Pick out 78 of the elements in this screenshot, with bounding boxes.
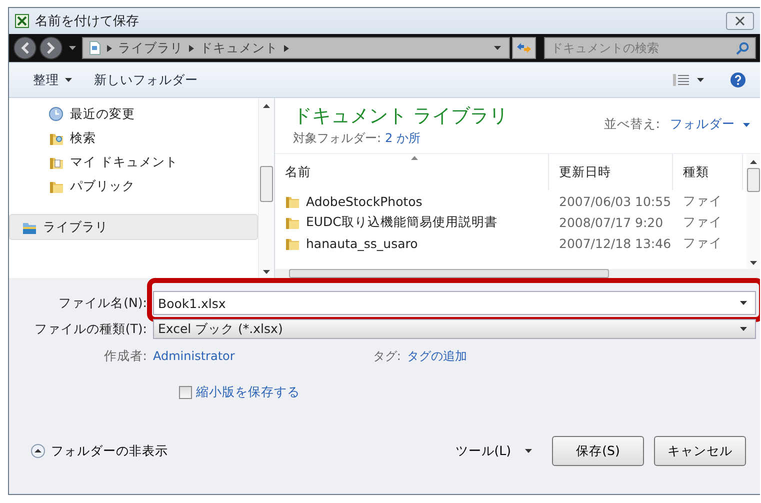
scroll-up-icon xyxy=(263,104,270,108)
caret-icon xyxy=(740,327,747,331)
column-header[interactable]: 更新日時 xyxy=(549,154,673,190)
sort-dropdown[interactable]: フォルダー xyxy=(670,116,750,133)
tags-link[interactable]: タグの追加 xyxy=(406,348,467,364)
sort-label: 並べ替え: xyxy=(604,116,660,133)
field-label: タグ: xyxy=(372,348,401,364)
nav-item[interactable]: 検索 xyxy=(9,126,258,150)
recent-icon xyxy=(49,106,64,122)
help-icon[interactable] xyxy=(730,72,746,88)
caret-icon xyxy=(525,449,532,453)
scroll-thumb[interactable] xyxy=(289,269,609,278)
nav-item[interactable]: マイ ドキュメント xyxy=(9,150,258,174)
folder-icon xyxy=(285,194,300,209)
nav-item[interactable]: パブリック xyxy=(9,174,258,198)
caret-icon[interactable] xyxy=(69,46,76,50)
table-cell-text: 2008/07/17 9:20 xyxy=(558,215,664,230)
breadcrumb[interactable]: ドキュメント xyxy=(200,40,278,56)
chevron-icon[interactable] xyxy=(284,44,289,52)
author-link[interactable]: Administrator xyxy=(153,349,235,363)
scroll-thumb[interactable] xyxy=(260,166,273,202)
view-icon[interactable] xyxy=(673,74,689,86)
search-icon xyxy=(736,42,749,54)
caret-icon[interactable] xyxy=(697,78,704,82)
organize-button[interactable]: 整理 xyxy=(29,70,76,90)
file-type-dropdown[interactable]: Excel ブック (*.xlsx) xyxy=(153,319,756,339)
hide-folders-button[interactable]: フォルダーの非表示 xyxy=(31,442,168,460)
table-cell-text: 2007/06/03 10:55 xyxy=(558,194,672,209)
field-label: ファイルの種類(T): xyxy=(33,320,147,338)
folder-icon xyxy=(285,236,300,251)
chevron-icon xyxy=(107,44,112,52)
scrollbar[interactable] xyxy=(275,269,760,278)
caret-icon xyxy=(740,301,747,305)
window-title: 名前を付けて保存 xyxy=(35,13,139,30)
file-name-cell[interactable]: EUDC取り込機能簡易使用説明書 xyxy=(275,214,549,231)
file-name-cell[interactable]: hanauta_ss_usaro xyxy=(275,236,549,251)
scroll-down-icon xyxy=(263,270,270,274)
table-cell-text: ファイ xyxy=(682,193,723,210)
column-header[interactable]: 名前 xyxy=(275,154,549,190)
refresh-icon[interactable] xyxy=(512,37,536,59)
nav-item[interactable]: ライブラリ xyxy=(9,214,258,240)
folder-icon xyxy=(285,215,300,230)
column-header[interactable]: 種類 xyxy=(673,154,743,190)
target-label: 対象フォルダー: xyxy=(293,130,382,147)
back-icon[interactable] xyxy=(13,36,37,60)
library-title: ドキュメント ライブラリ xyxy=(293,104,510,128)
caret-icon xyxy=(743,122,750,126)
file-name-cell[interactable]: AdobeStockPhotos xyxy=(275,194,549,209)
save-button[interactable]: 保存(S) xyxy=(552,436,644,466)
scrollbar[interactable] xyxy=(746,154,760,269)
checkbox[interactable] xyxy=(179,386,192,398)
file-name-field[interactable]: Book1.xlsx xyxy=(153,291,756,315)
scroll-down-icon xyxy=(750,261,756,265)
scrollbar[interactable] xyxy=(258,98,274,278)
address-field[interactable]: ライブラリ ドキュメント xyxy=(82,37,510,59)
cancel-button[interactable]: キャンセル xyxy=(654,436,746,466)
breadcrumb[interactable]: ライブラリ xyxy=(118,40,183,56)
scroll-up-icon xyxy=(750,160,756,164)
field-label: ファイル名(N): xyxy=(58,294,147,312)
table-cell-text: ファイ xyxy=(682,214,723,231)
caret-icon xyxy=(65,78,72,82)
forward-icon[interactable] xyxy=(39,36,63,60)
caret-icon[interactable] xyxy=(494,46,501,50)
table-cell-text: ファイ xyxy=(682,235,723,252)
table-cell-text: 2007/12/18 13:46 xyxy=(558,236,672,251)
field-label: 作成者: xyxy=(102,348,147,364)
close-icon[interactable] xyxy=(726,12,754,30)
spreadsheet-icon xyxy=(15,14,29,28)
checkbox-label[interactable]: 縮小版を保存する xyxy=(196,384,300,400)
collapse-icon xyxy=(31,444,45,458)
new-folder-button[interactable]: 新しいフォルダー xyxy=(90,70,202,90)
target-link[interactable]: 2 か所 xyxy=(385,130,420,147)
document-icon xyxy=(89,41,101,55)
tools-button[interactable]: ツール(L) xyxy=(455,442,532,460)
sort-arrow-icon xyxy=(411,156,418,160)
chevron-icon xyxy=(189,44,194,52)
scroll-thumb[interactable] xyxy=(746,168,760,192)
nav-item[interactable]: 最近の変更 xyxy=(9,102,258,126)
